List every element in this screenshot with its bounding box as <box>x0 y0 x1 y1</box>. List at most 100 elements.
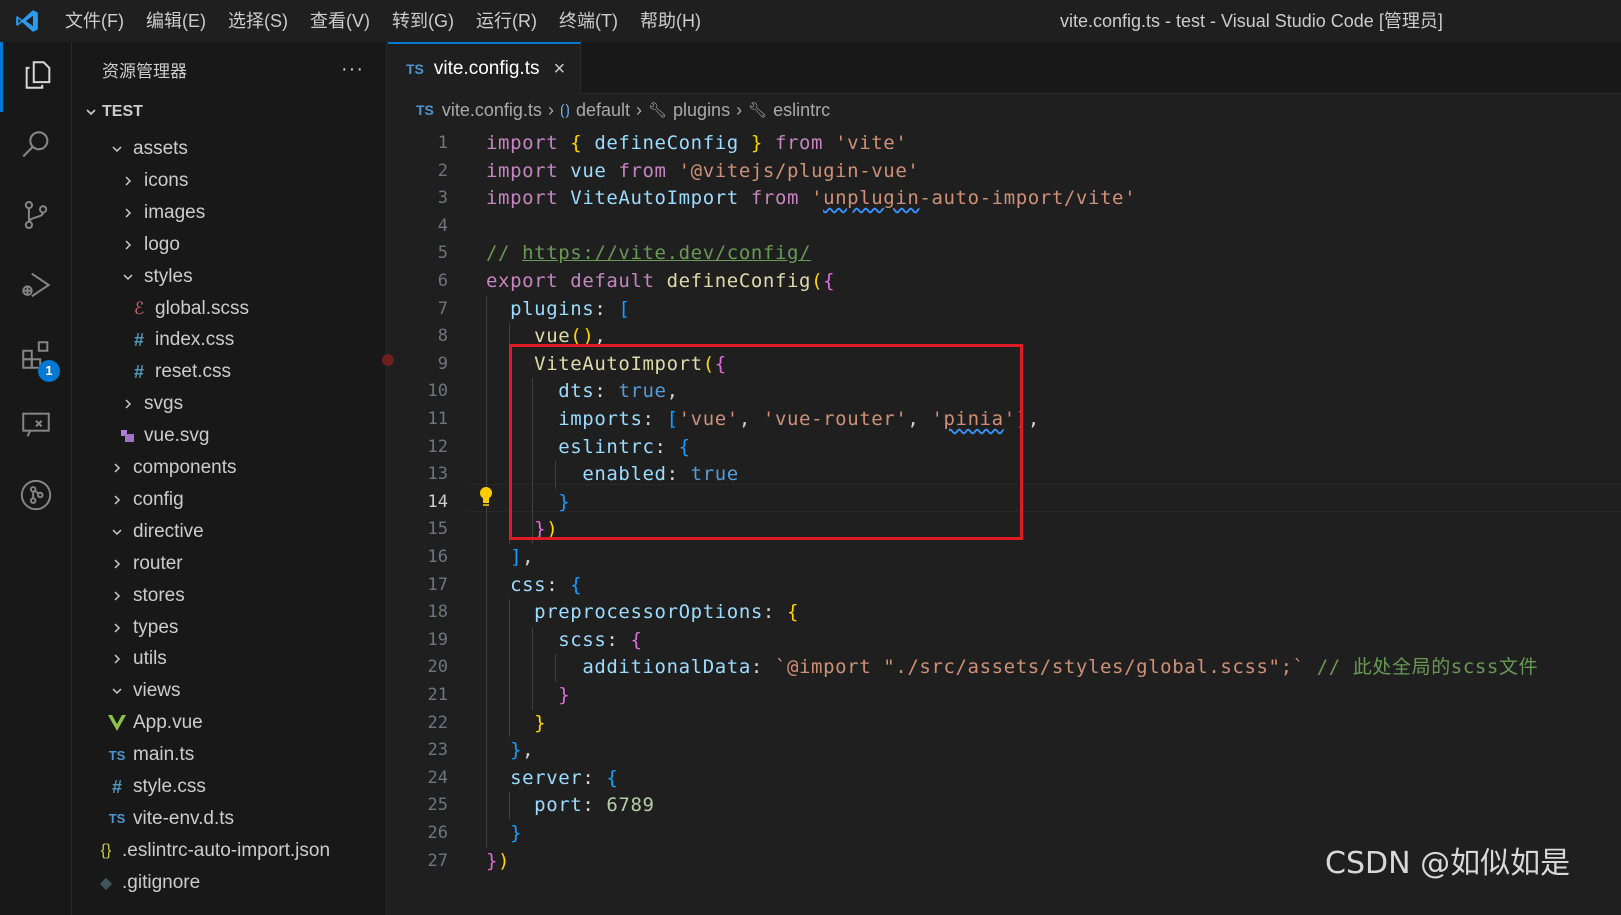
tree-item-label: main.ts <box>133 744 195 766</box>
breadcrumb-file[interactable]: vite.config.ts <box>442 100 542 121</box>
vscode-logo-icon <box>0 0 54 42</box>
tree-item-label: directive <box>133 520 204 542</box>
tree-folder-item[interactable]: config <box>72 484 386 516</box>
menu-item[interactable]: 运行(R) <box>465 0 548 42</box>
tree-file-item[interactable]: TS vite-env.d.ts <box>72 803 386 835</box>
highlight-annotation-box <box>509 344 1023 540</box>
menu-item[interactable]: 编辑(E) <box>135 0 217 42</box>
breadcrumb-plugins[interactable]: plugins <box>673 100 730 121</box>
breadcrumb-default[interactable]: default <box>576 100 630 121</box>
source-control-activity-button[interactable] <box>0 182 72 252</box>
line-number: 3 <box>437 188 448 209</box>
tree-file-item[interactable]: ℰglobal.scss <box>72 293 386 325</box>
lightbulb-icon[interactable] <box>478 486 494 514</box>
wrench-icon: 🔧︎ <box>647 102 668 119</box>
tree-folder-item[interactable]: types <box>72 612 386 644</box>
symbol-variable-icon: ⟮⟯ <box>559 101 570 119</box>
tree-folder-item[interactable]: assets <box>72 133 386 165</box>
folder-name: TEST <box>102 103 143 120</box>
typescript-file-icon: TS <box>416 102 434 118</box>
tree-folder-item[interactable]: icons <box>72 165 386 197</box>
explorer-sidebar: 资源管理器 ··· TEST assets icons images logo styl… <box>72 42 387 915</box>
tree-folder-item[interactable]: styles <box>72 261 386 293</box>
code-line: 16 ], <box>388 544 1621 572</box>
tree-folder-item[interactable]: directive <box>72 516 386 548</box>
code-line: 2 import vue from '@vitejs/plugin-vue' <box>388 158 1621 186</box>
tree-folder-item[interactable]: stores <box>72 580 386 612</box>
close-icon[interactable]: × <box>554 58 566 81</box>
code-content: }, <box>510 739 535 762</box>
code-content: css: { <box>510 573 583 596</box>
tree-file-item[interactable]: {} .eslintrc-auto-import.json <box>72 835 386 867</box>
tree-folder-item[interactable]: utils <box>72 643 386 675</box>
line-number: 19 <box>427 629 448 650</box>
vue-file-icon <box>105 715 129 732</box>
files-icon <box>21 58 55 97</box>
breadcrumb-eslintrc[interactable]: eslintrc <box>773 100 830 121</box>
tree-folder-item[interactable]: components <box>72 452 386 484</box>
breakpoint-hint-icon[interactable] <box>382 354 394 366</box>
tree-item-label: assets <box>133 138 188 159</box>
title-bar: 文件(F) 编辑(E) 选择(S) 查看(V) 转到(G) 运行(R) 终端(T) 帮助(H)… <box>0 0 1621 42</box>
line-number: 18 <box>427 602 448 623</box>
remote-explorer-activity-button[interactable] <box>0 392 72 462</box>
chevron-right-icon: › <box>547 99 554 120</box>
folder-header[interactable]: TEST <box>72 96 386 128</box>
code-line: 5 // https://vite.dev/config/ <box>388 240 1621 268</box>
menu-item[interactable]: 转到(G) <box>381 0 465 42</box>
activity-bar: 1 <box>0 42 72 915</box>
typescript-file-icon: TS <box>406 61 424 77</box>
tree-folder-item[interactable]: logo <box>72 229 386 261</box>
line-number: 15 <box>427 519 448 540</box>
menu-item[interactable]: 选择(S) <box>217 0 299 42</box>
code-content: import vue from '@vitejs/plugin-vue' <box>486 159 920 182</box>
tree-item-label: vue.svg <box>144 425 210 447</box>
tree-file-item[interactable]: # reset.css <box>72 356 386 388</box>
menu-item[interactable]: 终端(T) <box>548 0 629 42</box>
code-content: } <box>558 684 571 706</box>
tree-item-label: vite-env.d.ts <box>133 807 235 829</box>
tree-file-item[interactable]: # style.css <box>72 771 386 803</box>
more-actions-icon[interactable]: ··· <box>341 58 364 81</box>
tree-item-label: .eslintrc-auto-import.json <box>122 839 331 861</box>
line-number: 10 <box>427 381 448 402</box>
tree-file-item[interactable]: vue.svg <box>72 420 386 452</box>
files-activity-button[interactable] <box>0 42 72 112</box>
chevron-right-icon <box>116 175 140 187</box>
tree-item-label: App.vue <box>133 712 203 734</box>
tab-bar: TS vite.config.ts × <box>388 42 1621 94</box>
tree-folder-item[interactable]: router <box>72 548 386 580</box>
tree-item-label: index.css <box>155 329 235 351</box>
tree-file-item[interactable]: App.vue <box>72 707 386 739</box>
tree-item-label: config <box>133 488 184 510</box>
code-line: 25 port: 6789 <box>388 792 1621 820</box>
extensions-activity-button[interactable]: 1 <box>0 322 72 392</box>
tree-file-item[interactable]: ◆ .gitignore <box>72 867 386 899</box>
menu-item[interactable]: 查看(V) <box>299 0 381 42</box>
tab-vite-config[interactable]: TS vite.config.ts × <box>388 42 581 94</box>
tree-folder-item[interactable]: images <box>72 197 386 229</box>
line-number: 17 <box>427 574 448 595</box>
code-content: plugins: [ <box>510 297 631 320</box>
tree-file-item[interactable]: TS main.ts <box>72 739 386 771</box>
menu-item[interactable]: 帮助(H) <box>629 0 712 42</box>
git-graph-icon <box>19 478 53 517</box>
git-graph-activity-button[interactable] <box>0 462 72 532</box>
tree-file-item[interactable]: # index.css <box>72 324 386 356</box>
search-activity-button[interactable] <box>0 112 72 182</box>
tree-folder-item[interactable]: views <box>72 675 386 707</box>
chevron-right-icon <box>105 558 129 570</box>
code-line: 21 } <box>388 682 1621 710</box>
wrench-icon: 🔧︎ <box>748 102 768 119</box>
line-number: 27 <box>427 850 448 871</box>
tab-label: vite.config.ts <box>433 58 540 79</box>
tree-folder-item[interactable]: svgs <box>72 388 386 420</box>
tree-item-label: images <box>144 201 206 223</box>
run-debug-activity-button[interactable] <box>0 252 72 322</box>
line-number: 6 <box>437 271 448 291</box>
tree-item-label: icons <box>144 169 189 191</box>
line-number: 25 <box>427 795 448 816</box>
line-number: 20 <box>427 657 448 678</box>
line-number: 12 <box>427 436 448 457</box>
menu-item[interactable]: 文件(F) <box>54 0 135 42</box>
